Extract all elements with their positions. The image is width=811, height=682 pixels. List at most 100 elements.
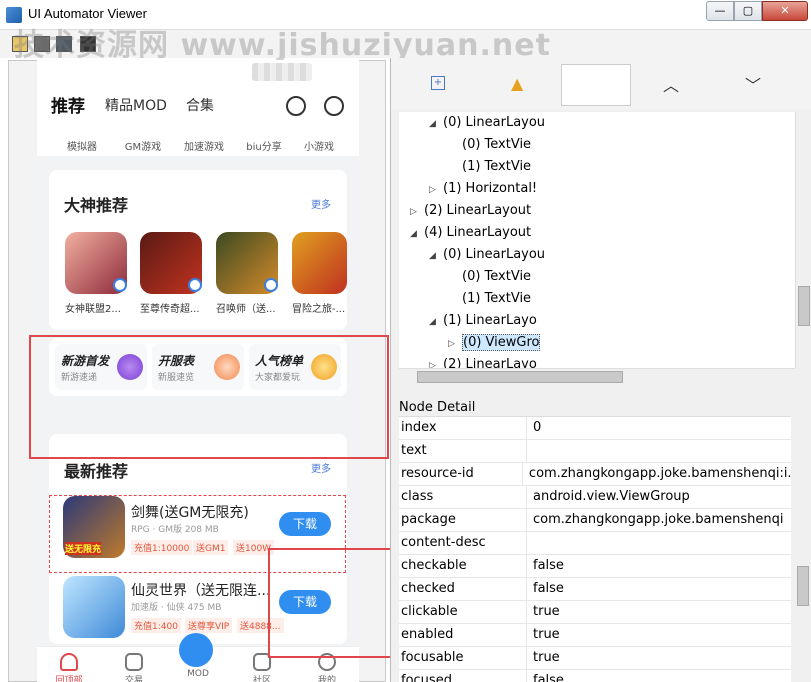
node-detail-header: Node Detail (399, 400, 476, 415)
detail-row[interactable]: text (399, 440, 791, 463)
detail-value: com.zhangkongapp.joke.bamenshenqi (533, 512, 784, 527)
game-name: 冒险之旅-... (292, 304, 346, 315)
toggle-box[interactable] (561, 64, 631, 106)
tree-node[interactable]: ▷ (2) LinearLayout (399, 200, 795, 222)
detail-row[interactable]: content-desc (399, 532, 791, 555)
game-name: 召唤师（送... (216, 304, 276, 315)
collapse-arrow-icon[interactable]: ◢ (429, 245, 443, 267)
category-gm-games[interactable]: GM游戏 (118, 138, 168, 153)
nav-label: 回顶部 (55, 676, 83, 682)
tree-node[interactable]: ◢ (0) LinearLayou (399, 112, 795, 134)
gods-title: 大神推荐 (64, 196, 129, 215)
detail-row[interactable]: focusable true (399, 647, 791, 670)
detail-row[interactable]: checked false (399, 578, 791, 601)
detail-key: clickable (399, 601, 527, 623)
detail-row[interactable]: resource-id com.zhangkongapp.joke.bamensh… (399, 463, 791, 486)
hierarchy-toolbar: + ▲ ︿ ﹀ (391, 58, 811, 110)
detail-value: com.zhangkongapp.joke.bamenshenqi:i... (528, 466, 791, 481)
detail-vertical-scrollbar[interactable] (795, 434, 811, 682)
tree-node[interactable]: ◢ (0) LinearLayou (399, 244, 795, 266)
expand-arrow-icon[interactable]: ▷ (429, 179, 443, 201)
tree-node[interactable]: ▷ (2) LinearLayo (399, 354, 795, 368)
detail-key: focused (399, 670, 527, 682)
hierarchy-tree[interactable]: ◢ (0) LinearLayou (0) TextVie (1) TextVie ▷(… (399, 112, 795, 368)
tree-node[interactable]: (0) TextVie (399, 134, 795, 156)
tree-node-label: (1) LinearLayo (443, 313, 537, 328)
maximize-button[interactable]: ▢ (734, 1, 762, 21)
game-item[interactable]: 至尊传奇超... (140, 232, 210, 315)
tree-node-label: (0) ViewGro (462, 334, 541, 351)
tree-node[interactable]: (1) TextVie (399, 156, 795, 178)
detail-value (527, 440, 533, 462)
tree-node[interactable]: (1) TextVie (399, 288, 795, 310)
nav-back-to-top[interactable]: 回顶部 (49, 653, 89, 682)
tab-collection[interactable]: 合集 (186, 95, 214, 115)
app-header: 推荐 精品MOD 合集 (37, 60, 359, 130)
game-item[interactable]: 冒险之旅-... (292, 232, 347, 315)
detail-value: true (533, 627, 560, 642)
gods-recommend-card: 大神推荐 更多 女神联盟2... 至尊传奇超... 召唤师（送... 冒险之旅-… (49, 170, 347, 330)
search-icon[interactable] (286, 96, 306, 116)
detail-value: android.view.ViewGroup (533, 489, 690, 504)
category-biu-share[interactable]: biu分享 (239, 138, 289, 153)
detail-row[interactable]: focused false (399, 670, 791, 682)
nav-label: MOD (187, 669, 209, 679)
tree-node[interactable]: ▷ (0) ViewGro (399, 332, 795, 354)
game-item[interactable]: 女神联盟2... (65, 232, 135, 315)
tab-recommend[interactable]: 推荐 (51, 92, 85, 117)
expand-arrow-icon[interactable]: ▷ (410, 201, 424, 223)
collapse-arrow-icon[interactable]: ◢ (410, 223, 424, 245)
tab-mod[interactable]: 精品MOD (105, 95, 167, 115)
category-mini-games[interactable]: 小游戏 (294, 138, 344, 153)
tree-horizontal-scrollbar[interactable] (399, 368, 795, 385)
node-detail-table: index 0 text resource-id com.zhangkongapp.jo… (399, 416, 791, 682)
mod-search-icon[interactable] (179, 633, 213, 667)
game-item[interactable]: 召唤师（送... (216, 232, 286, 315)
collapse-arrow-icon[interactable]: ◢ (429, 311, 443, 333)
game-name: 至尊传奇超... (140, 304, 200, 315)
tree-node[interactable]: ▷ (1) Horizontal! (399, 178, 795, 200)
tree-node[interactable]: ◢ (4) LinearLayout (399, 222, 795, 244)
close-button[interactable]: ✕ (762, 1, 808, 21)
tree-node-label: (1) TextVie (462, 291, 532, 306)
scroll-thumb[interactable] (417, 371, 623, 383)
category-emulator[interactable]: 模拟器 (57, 138, 107, 153)
expand-all-icon[interactable]: + (431, 76, 445, 90)
gods-more-link[interactable]: 更多 (311, 196, 331, 211)
expand-arrow-icon[interactable]: ▷ (429, 355, 443, 368)
detail-row[interactable]: package com.zhangkongapp.joke.bamenshenqi (399, 509, 791, 532)
warning-icon[interactable]: ▲ (511, 74, 523, 93)
chevron-up-icon[interactable]: ︿ (663, 72, 679, 96)
latest-more-link[interactable]: 更多 (311, 460, 331, 475)
category-speed-games[interactable]: 加速游戏 (179, 138, 229, 153)
detail-value: 0 (533, 420, 542, 435)
tree-node-label: (0) LinearLayou (443, 115, 546, 130)
highlight-box (268, 548, 396, 658)
scroll-thumb[interactable] (798, 286, 810, 326)
window-title: UI Automator Viewer (28, 6, 147, 21)
tree-node[interactable]: (0) TextVie (399, 266, 795, 288)
badge-icon (113, 278, 127, 292)
detail-row[interactable]: checkable false (399, 555, 791, 578)
tree-vertical-scrollbar[interactable] (795, 112, 811, 368)
detail-key: content-desc (399, 532, 527, 554)
expand-arrow-icon[interactable]: ▷ (448, 333, 462, 355)
rocket-icon (60, 653, 78, 671)
chevron-down-icon[interactable]: ﹀ (745, 72, 761, 96)
detail-row[interactable]: index 0 (399, 417, 791, 440)
detail-row[interactable]: class android.view.ViewGroup (399, 486, 791, 509)
hierarchy-pane: + ▲ ︿ ﹀ ◢ (0) LinearLayou (0) TextVie (1) T… (390, 58, 811, 682)
minimize-button[interactable]: — (706, 1, 734, 21)
detail-value (527, 532, 533, 554)
detail-row[interactable]: clickable true (399, 601, 791, 624)
nav-mod[interactable]: MOD (178, 669, 218, 679)
collapse-arrow-icon[interactable]: ◢ (429, 113, 443, 135)
nav-label: 交易 (124, 676, 143, 682)
scroll-thumb[interactable] (797, 566, 809, 606)
tree-node[interactable]: ◢ (1) LinearLayo (399, 310, 795, 332)
nav-trade[interactable]: 交易 (114, 653, 154, 682)
detail-key: class (399, 486, 527, 508)
latest-title: 最新推荐 (64, 462, 129, 481)
download-icon[interactable] (324, 96, 344, 116)
detail-row[interactable]: enabled true (399, 624, 791, 647)
